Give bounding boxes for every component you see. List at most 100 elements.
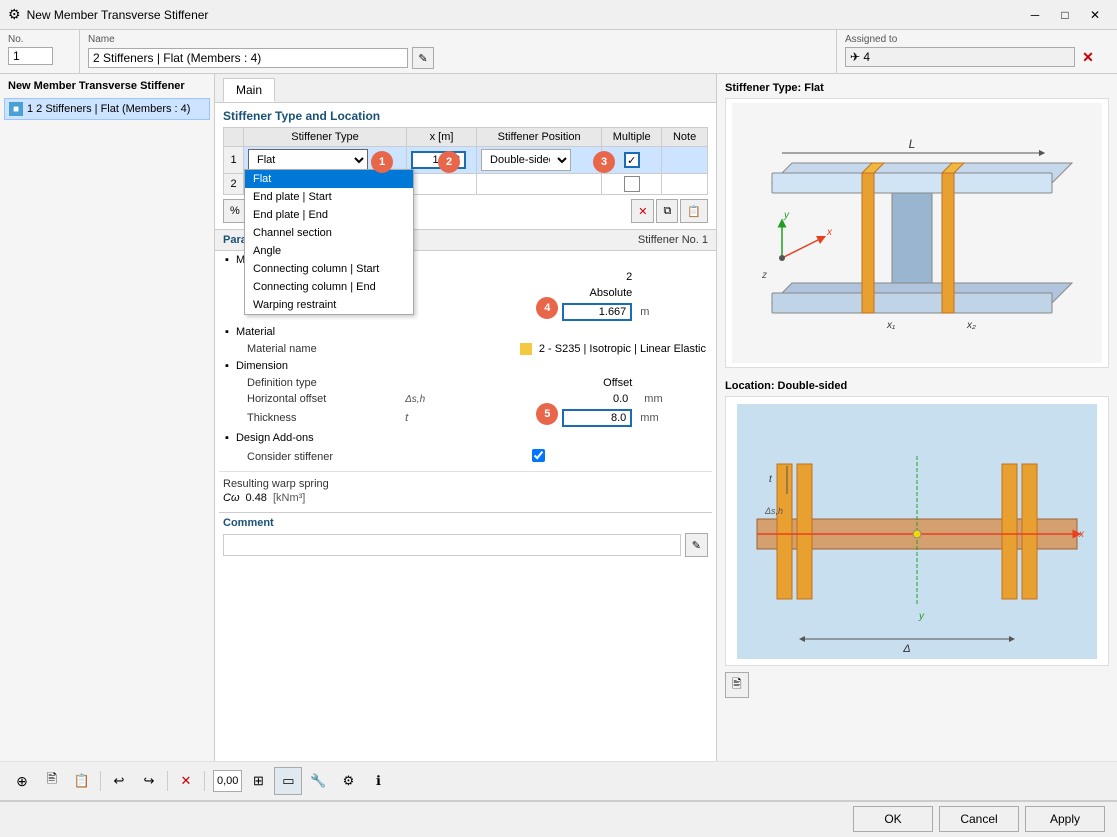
col-num [224, 128, 244, 147]
svg-text:y: y [918, 611, 925, 622]
def-type-value: Offset [439, 375, 638, 391]
name-input[interactable] [88, 48, 408, 68]
comment-input[interactable] [223, 534, 681, 556]
toolbar-save-button[interactable]: 🖹 [38, 767, 66, 795]
comment-edit-button[interactable]: ✎ [685, 533, 708, 557]
name-edit-button[interactable]: ✎ [412, 47, 434, 69]
close-button[interactable]: ✕ [1081, 5, 1109, 25]
design-addons-group-row: ▪ Design Add-ons [219, 429, 712, 447]
horiz-offset-value: 0.0 [613, 393, 628, 405]
svg-text:y: y [783, 210, 790, 221]
copy-button[interactable]: ⧉ [656, 199, 678, 223]
dropdown-item-conn-end[interactable]: Connecting column | End [245, 278, 413, 296]
row-1-position-select[interactable]: Double-sided [481, 149, 571, 171]
circle-2: 2 [438, 151, 460, 173]
diagram1-area: L x y z x₁ x₂ [725, 98, 1109, 368]
material-group-row: ▪ Material [219, 323, 712, 341]
circle-4: 4 [536, 297, 558, 319]
thickness-row: Thickness t 5 mm [219, 407, 712, 429]
tab-main[interactable]: Main [223, 78, 275, 102]
assigned-input[interactable] [845, 47, 1075, 67]
svg-text:Δ: Δ [902, 643, 910, 655]
comment-title: Comment [223, 517, 708, 529]
svg-text:x₁: x₁ [886, 320, 895, 331]
dimension-toggle[interactable]: ▪ [225, 360, 229, 372]
delete-button[interactable]: ✕ [631, 199, 654, 223]
list-item-label: 1 2 Stiffeners | Flat (Members : 4) [27, 103, 190, 115]
diagram2-title: Location: Double-sided [725, 380, 1109, 392]
title-bar-title: New Member Transverse Stiffener [27, 8, 1021, 22]
svg-text:x: x [1078, 529, 1085, 540]
svg-text:z: z [761, 270, 767, 281]
dropdown-item-endplate-start[interactable]: End plate | Start [245, 188, 413, 206]
dimension-group-row: ▪ Dimension [219, 357, 712, 375]
row-1-note-cell [662, 147, 708, 174]
header-name-field: Name ✎ [80, 30, 837, 73]
footer: OK Cancel Apply [0, 801, 1117, 836]
def-type-row: Definition type Offset [219, 375, 712, 391]
row-1-num: 1 [224, 147, 244, 174]
toolbar-grid-button[interactable]: ⊞ [244, 767, 272, 795]
dropdown-item-warp[interactable]: Warping restraint [245, 296, 413, 314]
dropdown-item-flat[interactable]: Flat [245, 170, 413, 188]
table-row: 1 Flat Flat End plate | [224, 147, 708, 174]
toolbar: ⊕ 🖹 📋 ↩ ↪ ✕ 0,00 ⊞ ▭ 🔧 ⚙ ℹ [0, 761, 1117, 801]
comment-section: Comment ✎ [219, 512, 712, 561]
dropdown-item-endplate-end[interactable]: End plate | End [245, 206, 413, 224]
consider-stiffener-checkbox[interactable] [532, 449, 545, 462]
consider-stiffener-row: Consider stiffener [219, 447, 712, 467]
toolbar-delete-button[interactable]: ✕ [172, 767, 200, 795]
circle-5: 5 [536, 403, 558, 425]
row-2-multiple-checkbox[interactable] [624, 176, 640, 192]
toolbar-tools-button[interactable]: 🔧 [304, 767, 332, 795]
dropdown-item-conn-start[interactable]: Connecting column | Start [245, 260, 413, 278]
col-note: Note [662, 128, 708, 147]
horiz-offset-unit: mm [638, 391, 712, 407]
name-label: Name [88, 34, 828, 45]
row-1-multiple-checkbox[interactable]: ✓ [624, 152, 640, 168]
design-addons-toggle[interactable]: ▪ [225, 432, 229, 444]
result-row: Cω 0.48 [kNm³] [223, 492, 708, 504]
stiffener-table: Stiffener Type x [m] Stiffener Position … [223, 127, 708, 195]
toolbar-select-button[interactable]: ▭ [274, 767, 302, 795]
svg-text:Δs,h: Δs,h [764, 506, 783, 516]
ok-button[interactable]: OK [853, 806, 933, 832]
title-bar: ⚙ New Member Transverse Stiffener ─ □ ✕ [0, 0, 1117, 30]
dropdown-item-channel[interactable]: Channel section [245, 224, 413, 242]
cancel-button[interactable]: Cancel [939, 806, 1019, 832]
toolbar-new-button[interactable]: ⊕ [8, 767, 36, 795]
number-value: 2 [439, 269, 638, 285]
right-panel-button[interactable]: 🖹 [725, 672, 749, 698]
thickness-unit: mm [638, 407, 712, 429]
multiple-def-toggle[interactable]: ▪ [225, 254, 229, 266]
toolbar-settings-button[interactable]: ⚙ [334, 767, 362, 795]
no-input[interactable] [8, 47, 53, 65]
list-item[interactable]: ■ 1 2 Stiffeners | Flat (Members : 4) [4, 98, 210, 120]
toolbar-info-button[interactable]: ℹ [364, 767, 392, 795]
toolbar-icon-zero: 0,00 [214, 775, 241, 787]
maximize-button[interactable]: □ [1051, 5, 1079, 25]
type-dropdown: Flat End plate | Start End plate | End C… [244, 169, 414, 315]
assigned-label: Assigned to [845, 34, 1109, 45]
stiffener-table-container: Stiffener Type x [m] Stiffener Position … [223, 127, 708, 195]
toolbar-undo-button[interactable]: ↩ [105, 767, 133, 795]
diagram1-svg: L x y z x₁ x₂ [732, 103, 1102, 363]
minimize-button[interactable]: ─ [1021, 5, 1049, 25]
offset-input[interactable] [562, 303, 632, 321]
circle-1: 1 [371, 151, 393, 173]
row-1-type-select[interactable]: Flat [248, 149, 368, 171]
row-1-position-cell: Double-sided [477, 147, 602, 174]
thickness-symbol: t [399, 407, 439, 429]
thickness-input[interactable] [562, 409, 632, 427]
diagram2-svg: x y Δ t Δs,h [737, 404, 1097, 659]
dropdown-item-angle[interactable]: Angle [245, 242, 413, 260]
assigned-clear-button[interactable]: ✕ [1079, 48, 1097, 66]
apply-button[interactable]: Apply [1025, 806, 1105, 832]
toolbar-redo-button[interactable]: ↪ [135, 767, 163, 795]
svg-text:x: x [826, 227, 833, 238]
paste-button[interactable]: 📋 [680, 199, 708, 223]
toolbar-copy-button[interactable]: 📋 [68, 767, 96, 795]
material-toggle[interactable]: ▪ [225, 326, 229, 338]
right-panel-actions: 🖹 [725, 672, 1109, 698]
main-layout: New Member Transverse Stiffener ■ 1 2 St… [0, 74, 1117, 761]
